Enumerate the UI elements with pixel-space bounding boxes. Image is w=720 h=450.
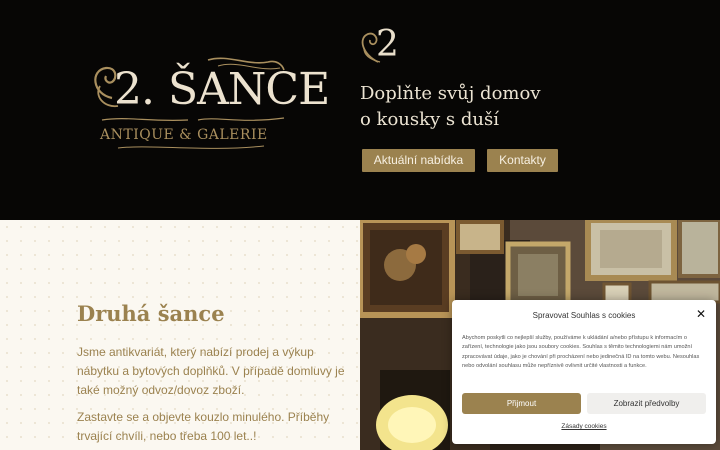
brand-mark: 2 (358, 24, 408, 68)
cookie-title: Spravovat Souhlas s cookies (532, 311, 636, 320)
about-section: Druhá šance Jsme antikvariát, který nabí… (0, 220, 360, 450)
about-paragraph-1: Jsme antikvariát, který nabízí prodej a … (77, 345, 345, 397)
hero-tagline: Doplňte svůj domov o kousky s duší (360, 81, 600, 133)
close-icon[interactable]: ✕ (696, 307, 706, 321)
logo-number: 2. (114, 64, 155, 115)
brand-mark-number: 2 (376, 24, 399, 65)
tagline-line-2: o kousky s duší (360, 109, 499, 130)
hero-section: 2. ŠANCE ANTIQUE & GALERIE 2 Doplňte svů… (0, 0, 720, 220)
logo-subtitle: ANTIQUE & GALERIE (100, 127, 268, 143)
current-offer-button[interactable]: Aktuální nabídka (362, 149, 475, 172)
accept-cookies-button[interactable]: Přijmout (462, 393, 581, 414)
contacts-button[interactable]: Kontakty (487, 149, 558, 172)
tagline-line-1: Doplňte svůj domov (360, 83, 541, 104)
view-preferences-button[interactable]: Zobrazit předvolby (587, 393, 706, 414)
about-title: Druhá šance (77, 301, 225, 326)
cookie-policy-link[interactable]: Zásady cookies (452, 423, 716, 430)
cookie-consent-dialog: Spravovat Souhlas s cookies ✕ Abychom po… (452, 300, 716, 444)
logo-name: ŠANCE (168, 64, 330, 115)
about-paragraph-2: Zastavte se a objevte kouzlo minulého. P… (77, 410, 330, 443)
cookie-text: Abychom poskytli co nejlepší služby, pou… (462, 335, 700, 369)
site-logo[interactable]: 2. ŠANCE ANTIQUE & GALERIE (88, 56, 330, 156)
